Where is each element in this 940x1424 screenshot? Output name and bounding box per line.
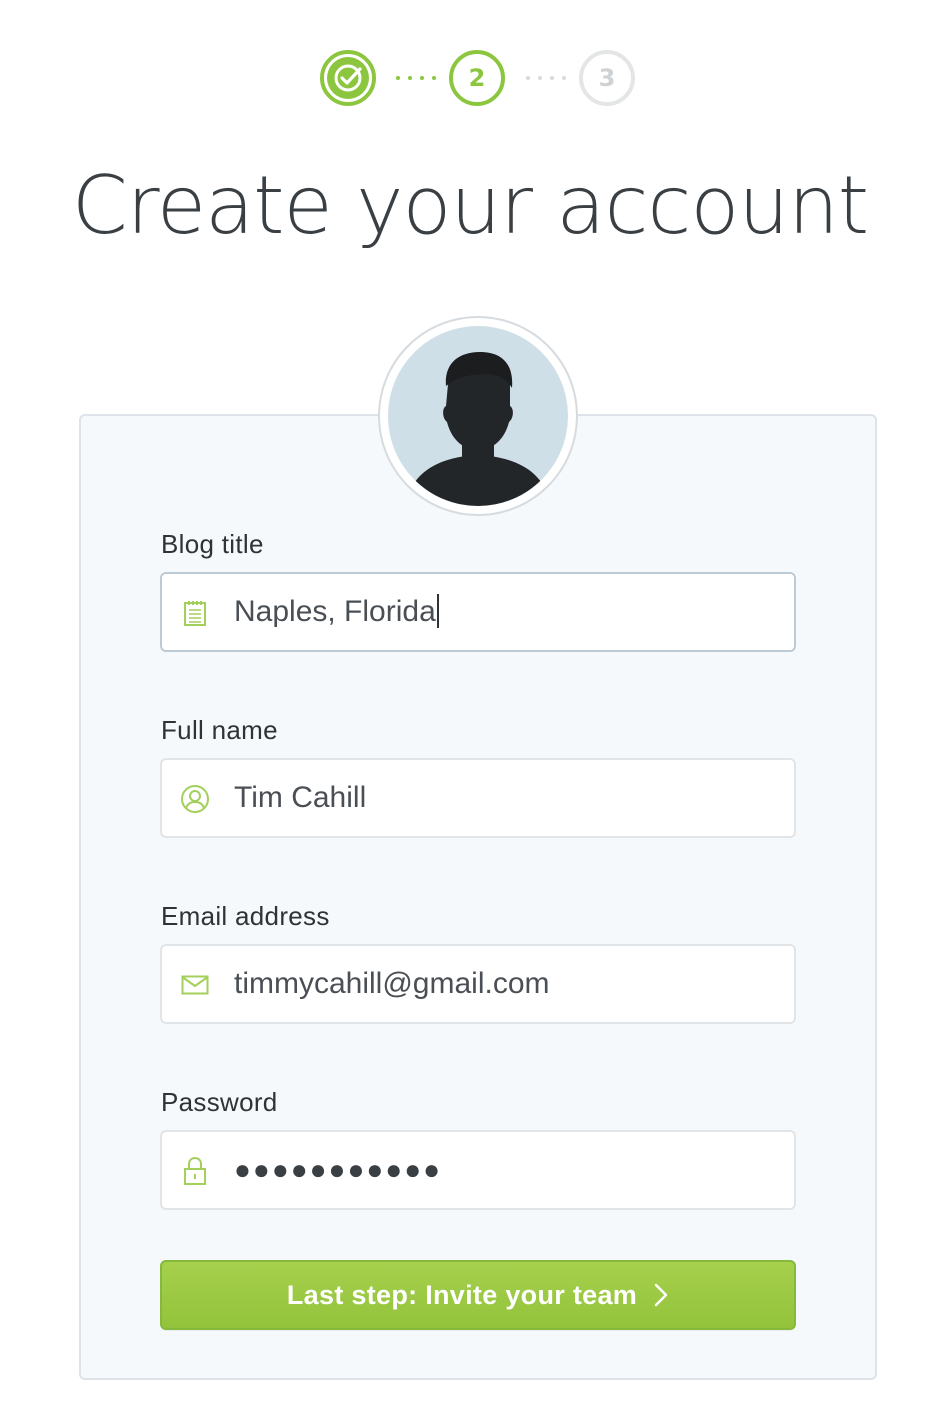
full-name-label: Full name xyxy=(161,715,278,745)
step-connector-pending xyxy=(526,76,566,80)
step-number: 3 xyxy=(598,64,616,92)
full-name-input[interactable]: Tim Cahill xyxy=(160,758,796,838)
blog-title-label: Blog title xyxy=(161,529,264,559)
notepad-icon xyxy=(180,598,210,628)
checkmark-icon xyxy=(327,57,369,99)
lock-icon xyxy=(180,1156,210,1186)
password-value: ●●●●●●●●●●● xyxy=(234,1154,443,1185)
step-connector-complete xyxy=(396,76,436,80)
step-3-pending: 3 xyxy=(579,50,635,106)
progress-stepper: 2 3 xyxy=(0,50,940,114)
invite-team-button[interactable]: Last step: Invite your team xyxy=(160,1260,796,1330)
full-name-value: Tim Cahill xyxy=(234,781,367,814)
user-circle-icon xyxy=(180,784,210,814)
step-1-complete xyxy=(320,50,376,106)
avatar xyxy=(388,326,568,506)
blog-title-value: Naples, Florida xyxy=(234,595,436,628)
email-field[interactable]: timmycahill@gmail.com xyxy=(160,944,796,1024)
step-number: 2 xyxy=(468,64,486,92)
step-2-current: 2 xyxy=(449,50,505,106)
email-value: timmycahill@gmail.com xyxy=(234,967,550,1000)
envelope-icon xyxy=(180,970,210,1000)
password-field[interactable]: ●●●●●●●●●●● xyxy=(160,1130,796,1210)
invite-team-button-label: Last step: Invite your team xyxy=(286,1279,638,1310)
email-label: Email address xyxy=(161,901,330,931)
blog-title-input[interactable]: Naples, Florida xyxy=(160,572,796,652)
user-silhouette-icon xyxy=(406,352,550,506)
password-label: Password xyxy=(161,1087,278,1117)
avatar-upload[interactable] xyxy=(378,316,578,516)
chevron-right-icon xyxy=(653,1282,669,1308)
page-title: Create your account xyxy=(71,159,869,252)
text-caret xyxy=(436,594,439,629)
